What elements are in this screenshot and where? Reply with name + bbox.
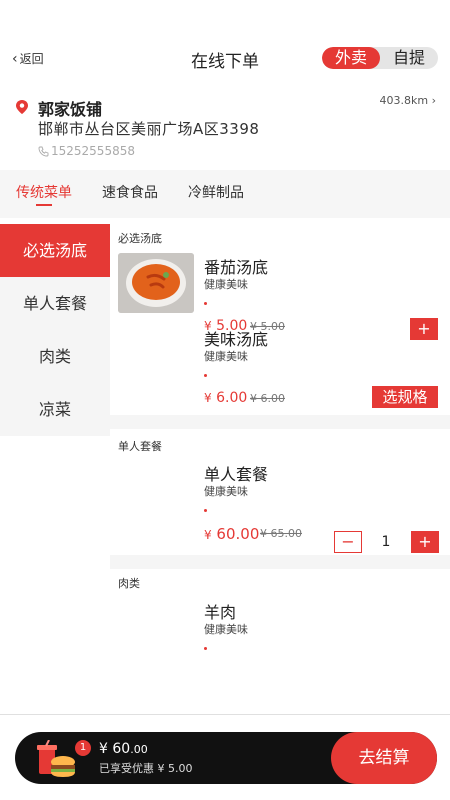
delivery-mode-toggle[interactable]: 外卖 自提 <box>322 47 438 69</box>
menu-section: 肉类 羊肉 健康美味 <box>110 569 450 673</box>
sidebar-item-meat[interactable]: 肉类 <box>0 330 110 383</box>
item-name: 番茄汤底 <box>204 258 269 277</box>
item-desc: 健康美味 <box>204 350 248 363</box>
chevron-right-icon: › <box>431 94 436 107</box>
item-name: 美味汤底 <box>204 330 269 349</box>
section-divider <box>110 555 450 569</box>
shop-info: 郭家饭铺 403.8km › 邯郸市丛台区美丽广场A区3398 15252555… <box>0 90 450 170</box>
item-original-price: ¥ 65.00 <box>260 527 302 540</box>
tomato-soup-image[interactable] <box>118 253 194 313</box>
item-dot <box>204 647 207 650</box>
increase-quantity-button[interactable]: + <box>411 531 439 553</box>
menu-item: 单人套餐 健康美味 ¥ 60.00 ¥ 65.00 − 1 + <box>110 455 450 555</box>
phone-number: 15252555858 <box>51 144 135 158</box>
menu-section: 单人套餐 单人套餐 健康美味 ¥ 60.00 ¥ 65.00 − 1 + <box>110 429 450 555</box>
sidebar-item-cold-dishes[interactable]: 凉菜 <box>0 383 110 436</box>
shop-phone[interactable]: 15252555858 <box>38 144 135 158</box>
section-divider <box>110 415 450 429</box>
sidebar-item-single-set[interactable]: 单人套餐 <box>0 277 110 330</box>
cart-currency: ¥ <box>99 741 108 757</box>
item-price: ¥ 6.00 <box>204 390 247 406</box>
item-desc: 健康美味 <box>204 485 248 498</box>
sidebar-item-soup-base[interactable]: 必选汤底 <box>0 224 110 277</box>
item-desc: 健康美味 <box>204 623 248 636</box>
currency-symbol: ¥ <box>204 391 212 405</box>
item-dot <box>204 509 207 512</box>
shop-distance[interactable]: 403.8km › <box>380 94 436 107</box>
category-sidebar: 必选汤底 单人套餐 肉类 凉菜 <box>0 224 110 436</box>
bottom-cart-area: 1 ¥ 60.00 已享受优惠 ¥ 5.00 去结算 <box>0 714 450 800</box>
phone-icon <box>38 146 49 156</box>
mode-delivery-option[interactable]: 外卖 <box>322 47 380 69</box>
price-value: 6.00 <box>216 390 248 406</box>
section-title: 必选汤底 <box>118 232 162 245</box>
price-value: 60.00 <box>216 525 260 543</box>
decrease-quantity-button[interactable]: − <box>334 531 362 553</box>
item-price: ¥ 60.00 <box>204 525 259 543</box>
select-spec-button[interactable]: 选规格 <box>372 386 438 408</box>
cart-discount: 已享受优惠 ¥ 5.00 <box>99 762 193 775</box>
item-desc: 健康美味 <box>204 278 248 291</box>
checkout-button[interactable]: 去结算 <box>331 732 437 784</box>
menu-section: 必选汤底 番茄汤底 健康美味 ¥ 5.00 ¥ 5.00 + 美味汤底 健康美味… <box>110 224 450 415</box>
item-dot <box>204 302 207 305</box>
shop-address: 邯郸市丛台区美丽广场A区3398 <box>38 120 260 138</box>
mode-pickup-option[interactable]: 自提 <box>380 47 438 69</box>
menu-list: 必选汤底 番茄汤底 健康美味 ¥ 5.00 ¥ 5.00 + 美味汤底 健康美味… <box>110 224 450 673</box>
tab-fast-food[interactable]: 速食食品 <box>87 170 173 218</box>
item-name: 羊肉 <box>204 603 237 622</box>
cart-icon[interactable] <box>35 740 79 780</box>
cart-total: ¥ 60.00 <box>99 741 148 757</box>
section-title: 单人套餐 <box>118 440 162 453</box>
cart-total-main: 60 <box>112 741 131 757</box>
cart-bar[interactable]: 1 ¥ 60.00 已享受优惠 ¥ 5.00 去结算 <box>15 732 437 784</box>
menu-item: 美味汤底 健康美味 ¥ 6.00 ¥ 6.00 选规格 <box>110 320 450 415</box>
cart-total-decimal: .00 <box>130 743 148 756</box>
item-original-price: ¥ 6.00 <box>250 392 285 405</box>
section-title: 肉类 <box>118 577 140 590</box>
menu-item: 羊肉 健康美味 <box>110 593 450 673</box>
top-bar: ‹ 返回 在线下单 外卖 自提 <box>0 0 450 90</box>
shop-name: 郭家饭铺 <box>38 100 103 119</box>
tab-chilled-products[interactable]: 冷鲜制品 <box>173 170 259 218</box>
category-tabs: 传统菜单 速食食品 冷鲜制品 <box>0 170 450 218</box>
item-name: 单人套餐 <box>204 465 269 484</box>
location-pin-icon <box>16 100 28 114</box>
cart-count-badge: 1 <box>75 740 91 756</box>
tab-traditional-menu[interactable]: 传统菜单 <box>0 170 87 218</box>
quantity-value: 1 <box>381 534 391 550</box>
item-dot <box>204 374 207 377</box>
currency-symbol: ¥ <box>204 528 212 542</box>
distance-value: 403.8km <box>379 94 429 107</box>
